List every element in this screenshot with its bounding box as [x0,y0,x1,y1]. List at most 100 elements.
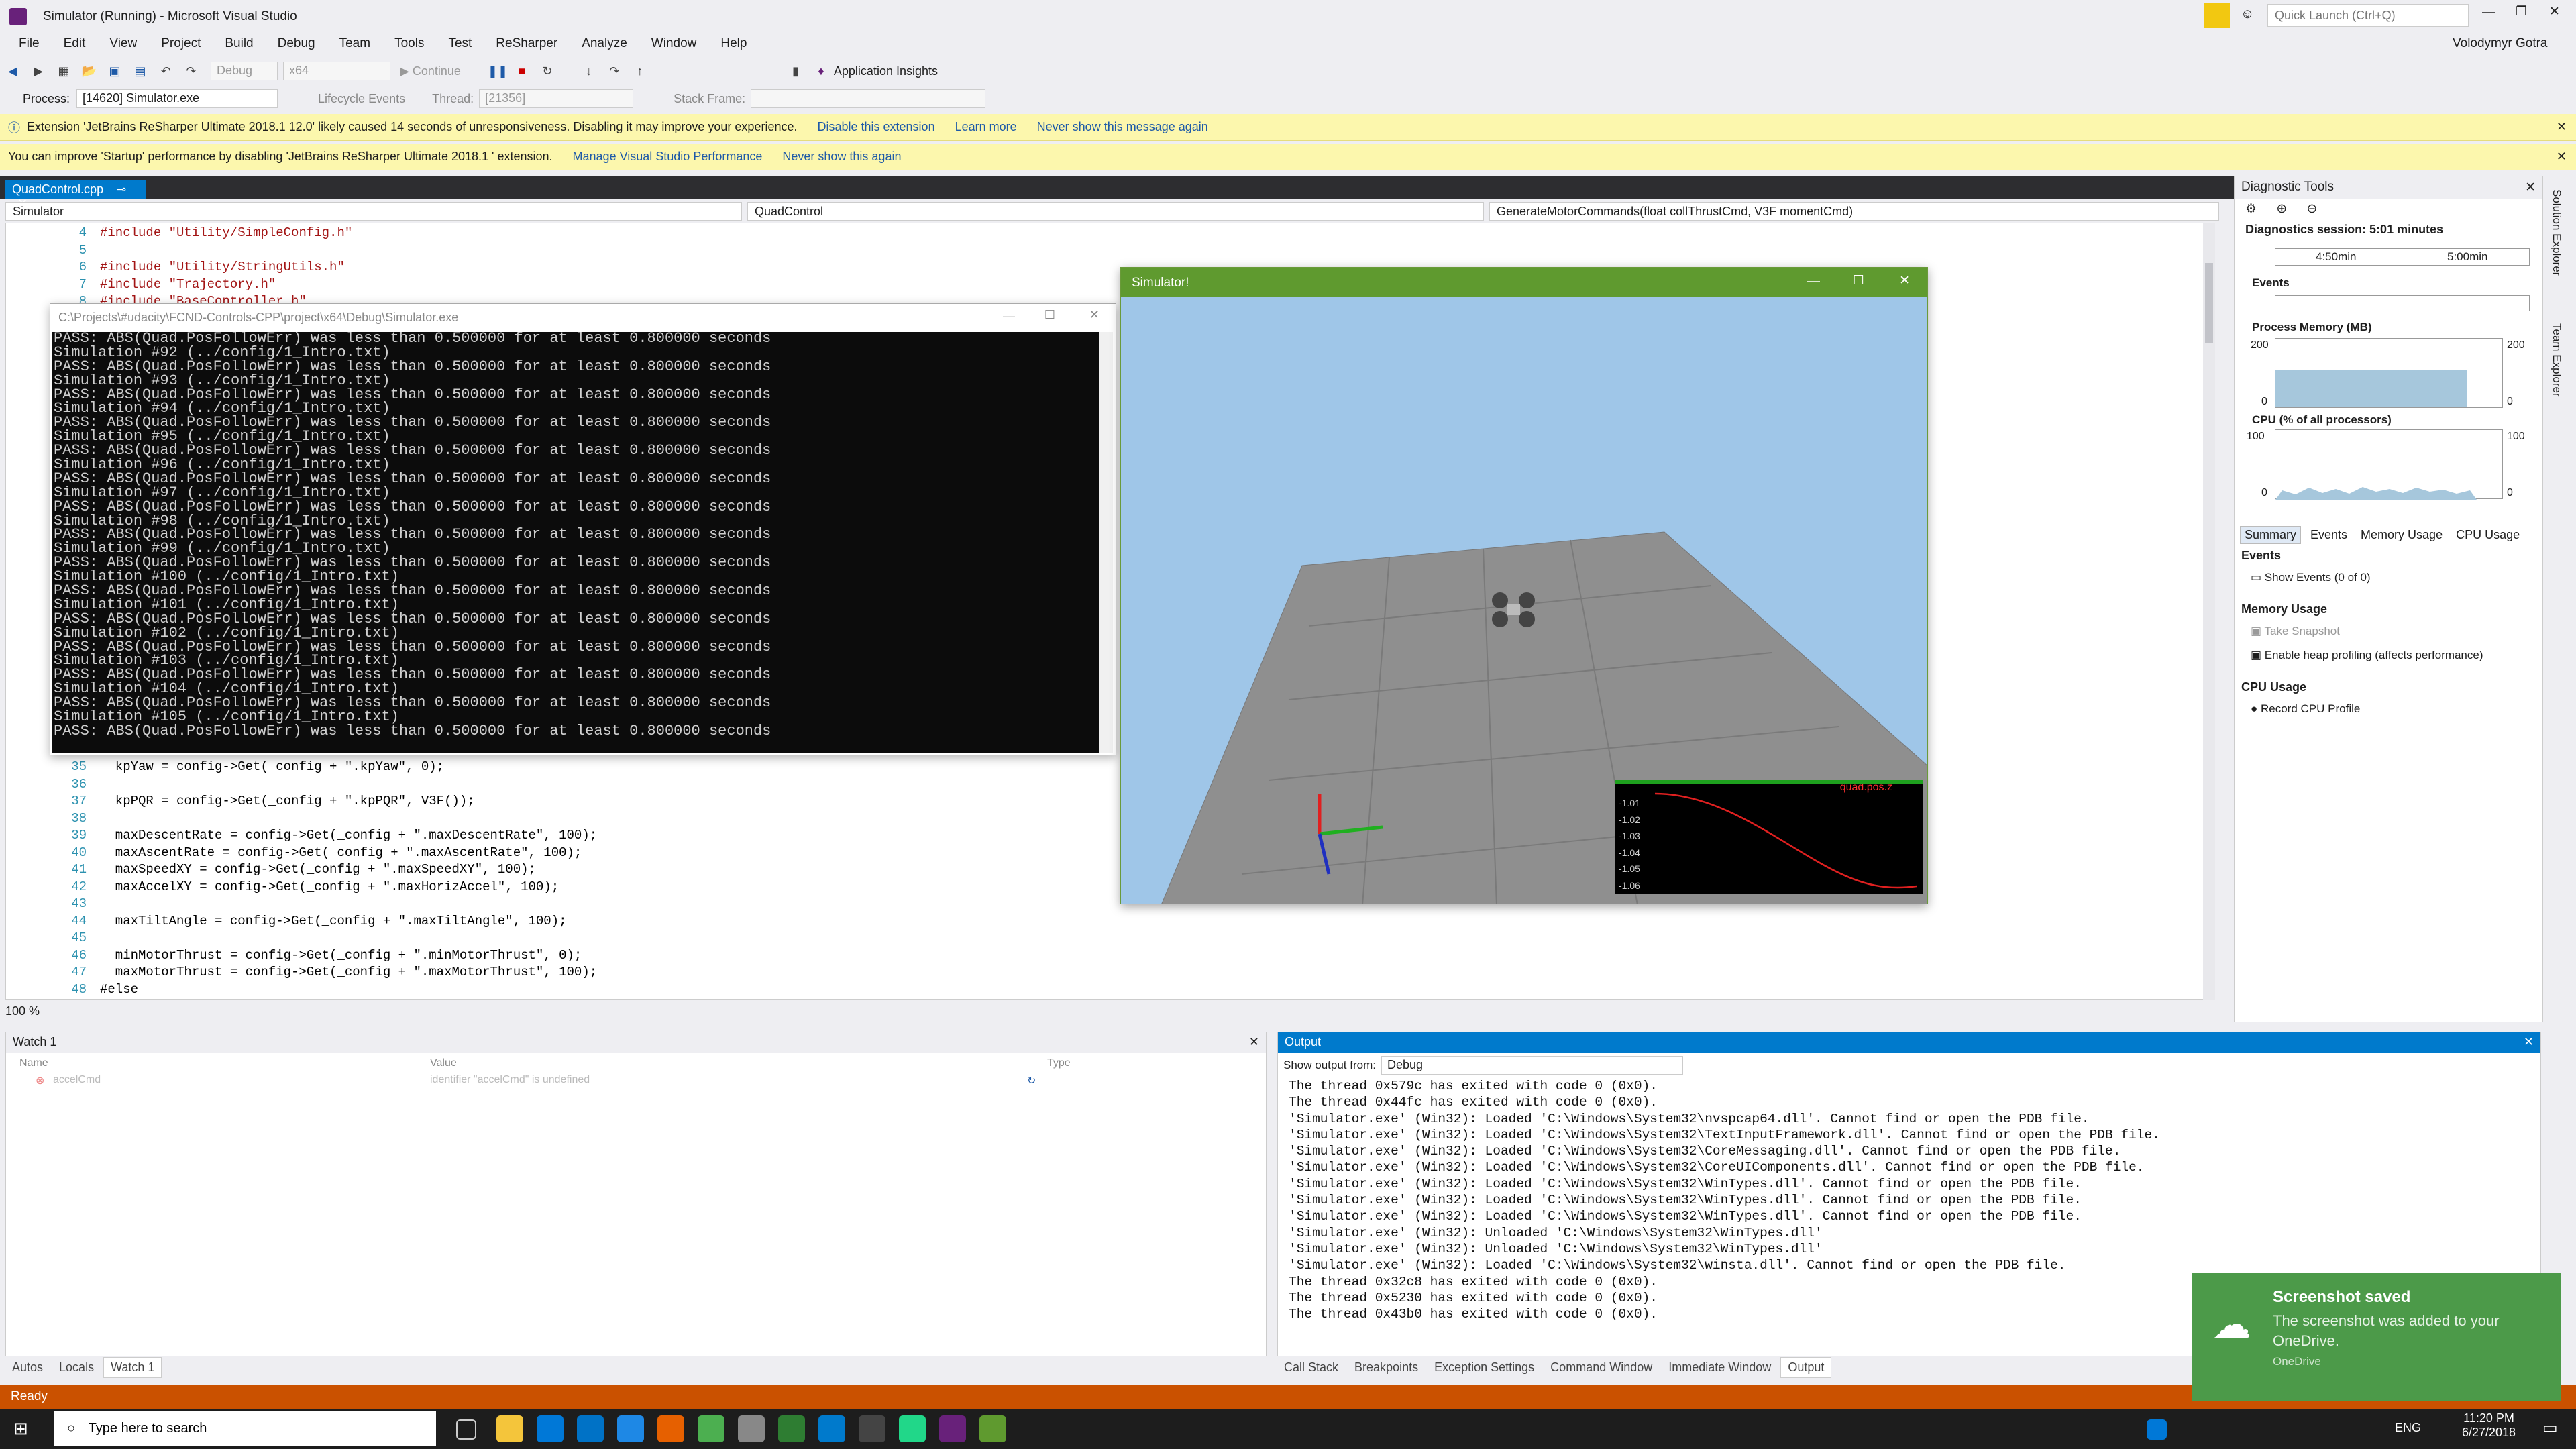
code-line[interactable]: 46 minMotorThrust = config->Get(_config … [6,947,2213,965]
step-over-icon[interactable]: ↷ [606,62,623,80]
never-show-again-link[interactable]: Never show this again [782,150,901,164]
taskbar-search[interactable]: ○ Type here to search [54,1411,436,1446]
lifecycle-events-button[interactable]: Lifecycle Events [318,92,405,106]
simulator-task-icon[interactable] [979,1415,1006,1442]
menu-analyze[interactable]: Analyze [582,36,627,51]
quick-launch-input[interactable] [2267,4,2469,27]
start-button[interactable]: ⊞ [0,1409,47,1449]
zoom-in-icon[interactable]: ⊕ [2276,202,2287,216]
project-dropdown[interactable]: Simulator [5,202,742,221]
console-close-button[interactable]: ✕ [1089,308,1099,322]
outlook-icon[interactable] [577,1415,604,1442]
menu-build[interactable]: Build [225,36,253,51]
undo-icon[interactable]: ↶ [157,62,174,80]
sim-maximize-button[interactable]: ☐ [1853,273,1864,288]
heap-profiling-toggle[interactable]: ▣ Enable heap profiling (affects perform… [2235,643,2542,667]
redo-icon[interactable]: ↷ [182,62,200,80]
open-icon[interactable]: 📂 [80,62,98,80]
step-out-icon[interactable]: ↑ [631,62,649,80]
restore-button[interactable]: ❐ [2516,4,2527,19]
watch-close-icon[interactable]: ✕ [1249,1035,1259,1049]
onedrive-tray-icon[interactable] [2147,1419,2167,1440]
save-icon[interactable]: ▣ [106,62,123,80]
solution-explorer-tab[interactable]: Solution Explorer [2550,189,2563,276]
step-into-icon[interactable]: ↓ [580,62,598,80]
tab-command-window[interactable]: Command Window [1544,1358,1659,1377]
filter-icon[interactable] [2204,3,2230,28]
app-insights-button[interactable]: Application Insights [834,64,938,78]
tab-summary[interactable]: Summary [2240,525,2302,544]
app-insights-icon[interactable]: ♦ [812,62,830,80]
tab-cpu-usage[interactable]: CPU Usage [2456,528,2520,542]
menu-edit[interactable]: Edit [64,36,86,51]
menu-view[interactable]: View [109,36,137,51]
member-dropdown[interactable]: GenerateMotorCommands(float collThrustCm… [1489,202,2220,221]
tab-output[interactable]: Output [1780,1356,1832,1378]
task-view-icon[interactable] [456,1419,476,1440]
tab-quadcontrol-cpp[interactable]: QuadControl.cpp ⊸ ✕ [5,180,146,210]
menu-team[interactable]: Team [339,36,370,51]
console-minimize-button[interactable]: — [1003,309,1015,323]
settings-icon[interactable]: ⚙ [2245,202,2257,216]
close-infobar2-icon[interactable]: ✕ [2557,150,2567,164]
timeline-ruler[interactable]: 4:50min 5:00min [2275,248,2530,266]
menu-project[interactable]: Project [161,36,201,51]
code-line[interactable]: 49 // load params from PX4 parameter sys… [6,998,2213,999]
output-close-icon[interactable]: ✕ [2524,1035,2534,1049]
manage-performance-link[interactable]: Manage Visual Studio Performance [573,150,763,164]
menu-window[interactable]: Window [651,36,697,51]
user-name[interactable]: Volodymyr Gotra [2453,36,2548,51]
record-cpu-button[interactable]: ● Record CPU Profile [2235,697,2542,721]
disable-extension-link[interactable]: Disable this extension [817,120,934,134]
stop-icon[interactable]: ■ [513,62,531,80]
pause-icon[interactable]: ❚❚ [488,62,508,80]
pycharm-icon[interactable] [899,1415,926,1442]
close-infobar1-icon[interactable]: ✕ [2557,120,2567,134]
clock[interactable]: 11:20 PM 6/27/2018 [2455,1411,2522,1440]
output-source-select[interactable]: Debug [1381,1056,1683,1075]
watch-row[interactable]: ⊗ accelCmd identifier "accelCmd" is unde… [6,1074,1266,1090]
menu-help[interactable]: Help [720,36,747,51]
feedback-icon[interactable]: ☺ [2241,7,2254,22]
new-project-icon[interactable]: ▦ [55,62,72,80]
simulator-window[interactable]: Simulator! — ☐ ✕ quad.pos.z -1.01 -1.02 [1120,267,1928,904]
minimize-button[interactable]: — [2482,5,2495,20]
onedrive-toast[interactable]: ☁ Screenshot saved The screenshot was ad… [2192,1273,2561,1401]
menu-file[interactable]: File [19,36,40,51]
chrome-icon[interactable] [698,1415,724,1442]
restart-icon[interactable]: ↻ [539,62,556,80]
close-button[interactable]: ✕ [2549,4,2560,19]
menu-test[interactable]: Test [448,36,472,51]
visual-studio-icon[interactable] [939,1415,966,1442]
explorer-icon[interactable] [496,1415,523,1442]
vscode-icon[interactable] [818,1415,845,1442]
save-all-icon[interactable]: ▤ [131,62,149,80]
firefox-icon[interactable] [657,1415,684,1442]
tab-call-stack[interactable]: Call Stack [1277,1358,1345,1377]
mail-icon[interactable] [738,1415,765,1442]
class-dropdown[interactable]: QuadControl [747,202,1484,221]
menu-resharper[interactable]: ReSharper [496,36,557,51]
back-icon[interactable]: ◀ [4,62,21,80]
code-line[interactable]: 44 maxTiltAngle = config->Get(_config + … [6,913,2213,930]
menu-debug[interactable]: Debug [278,36,315,51]
code-line[interactable]: 4 #include "Utility/SimpleConfig.h" [6,225,2213,242]
code-line[interactable]: 45 [6,930,2213,947]
code-line[interactable]: 48 #else [6,981,2213,999]
sim-minimize-button[interactable]: — [1807,274,1820,289]
refresh-icon[interactable]: ↻ [1027,1074,1036,1087]
store-icon[interactable] [537,1415,564,1442]
menu-tools[interactable]: Tools [394,36,424,51]
language-indicator[interactable]: ENG [2395,1421,2421,1435]
tab-immediate-window[interactable]: Immediate Window [1662,1358,1778,1377]
take-snapshot-button[interactable]: ▣ Take Snapshot [2235,619,2542,643]
thread-select[interactable]: [21356] [479,89,634,108]
diag-close-icon[interactable]: ✕ [2525,180,2536,195]
process-select[interactable]: [14620] Simulator.exe [76,89,278,108]
app-icon[interactable] [778,1415,805,1442]
code-line[interactable]: 47 maxMotorThrust = config->Get(_config … [6,964,2213,981]
tab-locals[interactable]: Locals [52,1358,101,1377]
sim-close-button[interactable]: ✕ [1899,273,1910,288]
team-explorer-tab[interactable]: Team Explorer [2550,323,2563,397]
show-events-link[interactable]: ▭ Show Events (0 of 0) [2235,566,2542,590]
